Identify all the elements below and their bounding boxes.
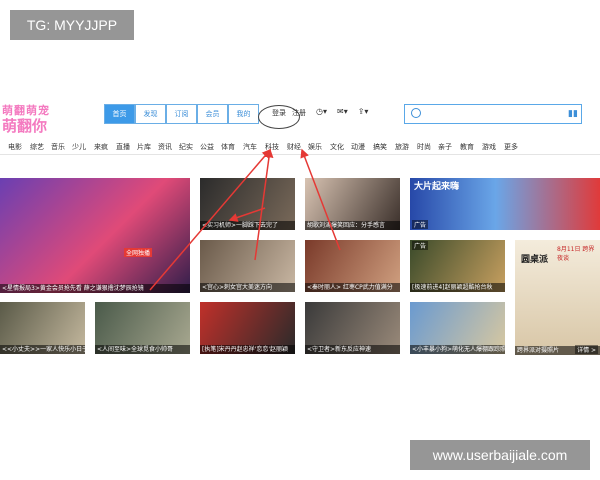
tab-home[interactable]: 首页 <box>104 104 135 124</box>
site-frame: 萌翻萌宠 萌翻你 首页 发现 订阅 会员 我的 登录 注册 ◷▾ ✉▾ ⇪▾ ▮… <box>0 95 600 370</box>
register-link[interactable]: 注册 <box>292 108 306 118</box>
nav-item[interactable]: 来疯 <box>94 142 108 152</box>
video-card[interactable]: <<小丈夫>>一家人快乐小日子 <box>0 302 85 354</box>
nav-item[interactable]: 纪实 <box>179 142 193 152</box>
nav-item[interactable]: 音乐 <box>51 142 65 152</box>
ad-title: 大片起来嗨 <box>414 182 460 192</box>
login-link[interactable]: 登录 <box>272 108 286 118</box>
video-caption: <实习机师>一脚踩下去完了 <box>200 221 295 230</box>
tab-subscribe[interactable]: 订阅 <box>166 104 197 124</box>
video-card[interactable]: <实习机师>一脚踩下去完了 <box>200 178 295 230</box>
nav-item[interactable]: 财经 <box>287 142 301 152</box>
video-card[interactable]: <小丰暴小狗>萌化无人爆棚跟踪照 <box>410 302 505 354</box>
video-card[interactable]: <人间至味>全球觅食小帅哥 <box>95 302 190 354</box>
nav-item[interactable]: 搞笑 <box>373 142 387 152</box>
video-caption: <守卫者>新东反应神速 <box>305 345 400 354</box>
show-title: 圆桌派 <box>521 255 549 265</box>
tab-mine[interactable]: 我的 <box>228 104 259 124</box>
nav-item[interactable]: 亲子 <box>438 142 452 152</box>
video-card-ad[interactable]: 广告 [极速前进4]赵丽颖超酷抢台秋 <box>410 240 505 292</box>
header-tabs: 首页 发现 订阅 会员 我的 <box>104 104 259 124</box>
details-link[interactable]: 详情 > <box>575 345 598 354</box>
nav-item[interactable]: 资讯 <box>158 142 172 152</box>
video-caption: 胡歌刘涛爆笑回应：分手感言 <box>305 221 400 230</box>
nav-item[interactable]: 旅游 <box>395 142 409 152</box>
video-caption: <星情报局3>黄金会员抢先看 薛之谦狠撸沈梦辰抢镜 <box>0 284 190 293</box>
site-logo[interactable]: 萌翻萌宠 萌翻你 <box>0 102 78 135</box>
category-nav: 电影 综艺 音乐 少儿 来疯 直播 片库 资讯 纪实 公益 体育 汽车 科技 财… <box>0 140 600 155</box>
search-icon[interactable] <box>411 108 421 118</box>
nav-item[interactable]: 游戏 <box>482 142 496 152</box>
video-caption: <人间至味>全球觅食小帅哥 <box>95 345 190 354</box>
video-card-tall[interactable]: 圆桌派 8月11日 跨界夜谈 跨界派对摄照片 详情 > <box>515 240 600 355</box>
nav-item[interactable]: 汽车 <box>243 142 257 152</box>
video-caption: <<小丈夫>>一家人快乐小日子 <box>0 345 85 354</box>
search-box[interactable]: ▮▮ <box>404 104 582 124</box>
nav-item[interactable]: 体育 <box>221 142 235 152</box>
watermark-top-left: TG: MYYJJPP <box>10 10 134 40</box>
video-card[interactable]: [执笔]宋丹丹赵忠祥'恋恋'赵丽颖 <box>200 302 295 354</box>
nav-item[interactable]: 文化 <box>330 142 344 152</box>
nav-item-more[interactable]: 更多 <box>504 142 518 152</box>
nav-item[interactable]: 娱乐 <box>308 142 322 152</box>
nav-item[interactable]: 公益 <box>200 142 214 152</box>
video-card[interactable]: <守卫者>新东反应神速 <box>305 302 400 354</box>
video-card[interactable]: 胡歌刘涛爆笑回应：分手感言 <box>305 178 400 230</box>
nav-item[interactable]: 科技 <box>265 142 279 152</box>
video-badge: 广告 <box>412 241 429 250</box>
mail-icon[interactable]: ✉▾ <box>337 107 348 116</box>
nav-item[interactable]: 动漫 <box>351 142 365 152</box>
video-badge: 广告 <box>412 220 429 229</box>
video-caption: <小丰暴小狗>萌化无人爆棚跟踪照 <box>410 345 505 354</box>
video-card-featured[interactable]: 全网独播 <星情报局3>黄金会员抢先看 薛之谦狠撸沈梦辰抢镜 <box>0 178 190 293</box>
video-caption: <宫心>刺女宫大美迷方向 <box>200 283 295 292</box>
video-badge: 全网独播 <box>124 248 153 257</box>
video-card[interactable]: <秦时丽人> 红枣CP武力值满分 <box>305 240 400 292</box>
nav-item[interactable]: 少儿 <box>72 142 86 152</box>
nav-item[interactable]: 综艺 <box>30 142 44 152</box>
video-caption: [极速前进4]赵丽颖超酷抢台秋 <box>410 283 505 292</box>
watermark-bottom-right: www.userbaijiale.com <box>410 440 590 470</box>
nav-item[interactable]: 教育 <box>460 142 474 152</box>
nav-item[interactable]: 时尚 <box>417 142 431 152</box>
nav-item[interactable]: 电影 <box>8 142 22 152</box>
logo-line2: 萌翻你 <box>2 117 48 135</box>
video-caption: <秦时丽人> 红枣CP武力值满分 <box>305 283 400 292</box>
video-caption: [执笔]宋丹丹赵忠祥'恋恋'赵丽颖 <box>200 345 295 354</box>
video-card[interactable]: <宫心>刺女宫大美迷方向 <box>200 240 295 292</box>
tab-member[interactable]: 会员 <box>197 104 228 124</box>
video-card-ad[interactable]: 大片起来嗨 广告 <box>410 178 600 230</box>
clock-icon[interactable]: ◷▾ <box>316 107 327 116</box>
chart-icon[interactable]: ▮▮ <box>568 109 578 119</box>
tab-discover[interactable]: 发现 <box>135 104 166 124</box>
header-icons: ◷▾ ✉▾ ⇪▾ <box>316 107 368 116</box>
nav-item[interactable]: 直播 <box>116 142 130 152</box>
nav-item[interactable]: 片库 <box>137 142 151 152</box>
video-badge: 8月11日 跨界夜谈 <box>557 246 595 262</box>
upload-icon[interactable]: ⇪▾ <box>358 107 369 116</box>
